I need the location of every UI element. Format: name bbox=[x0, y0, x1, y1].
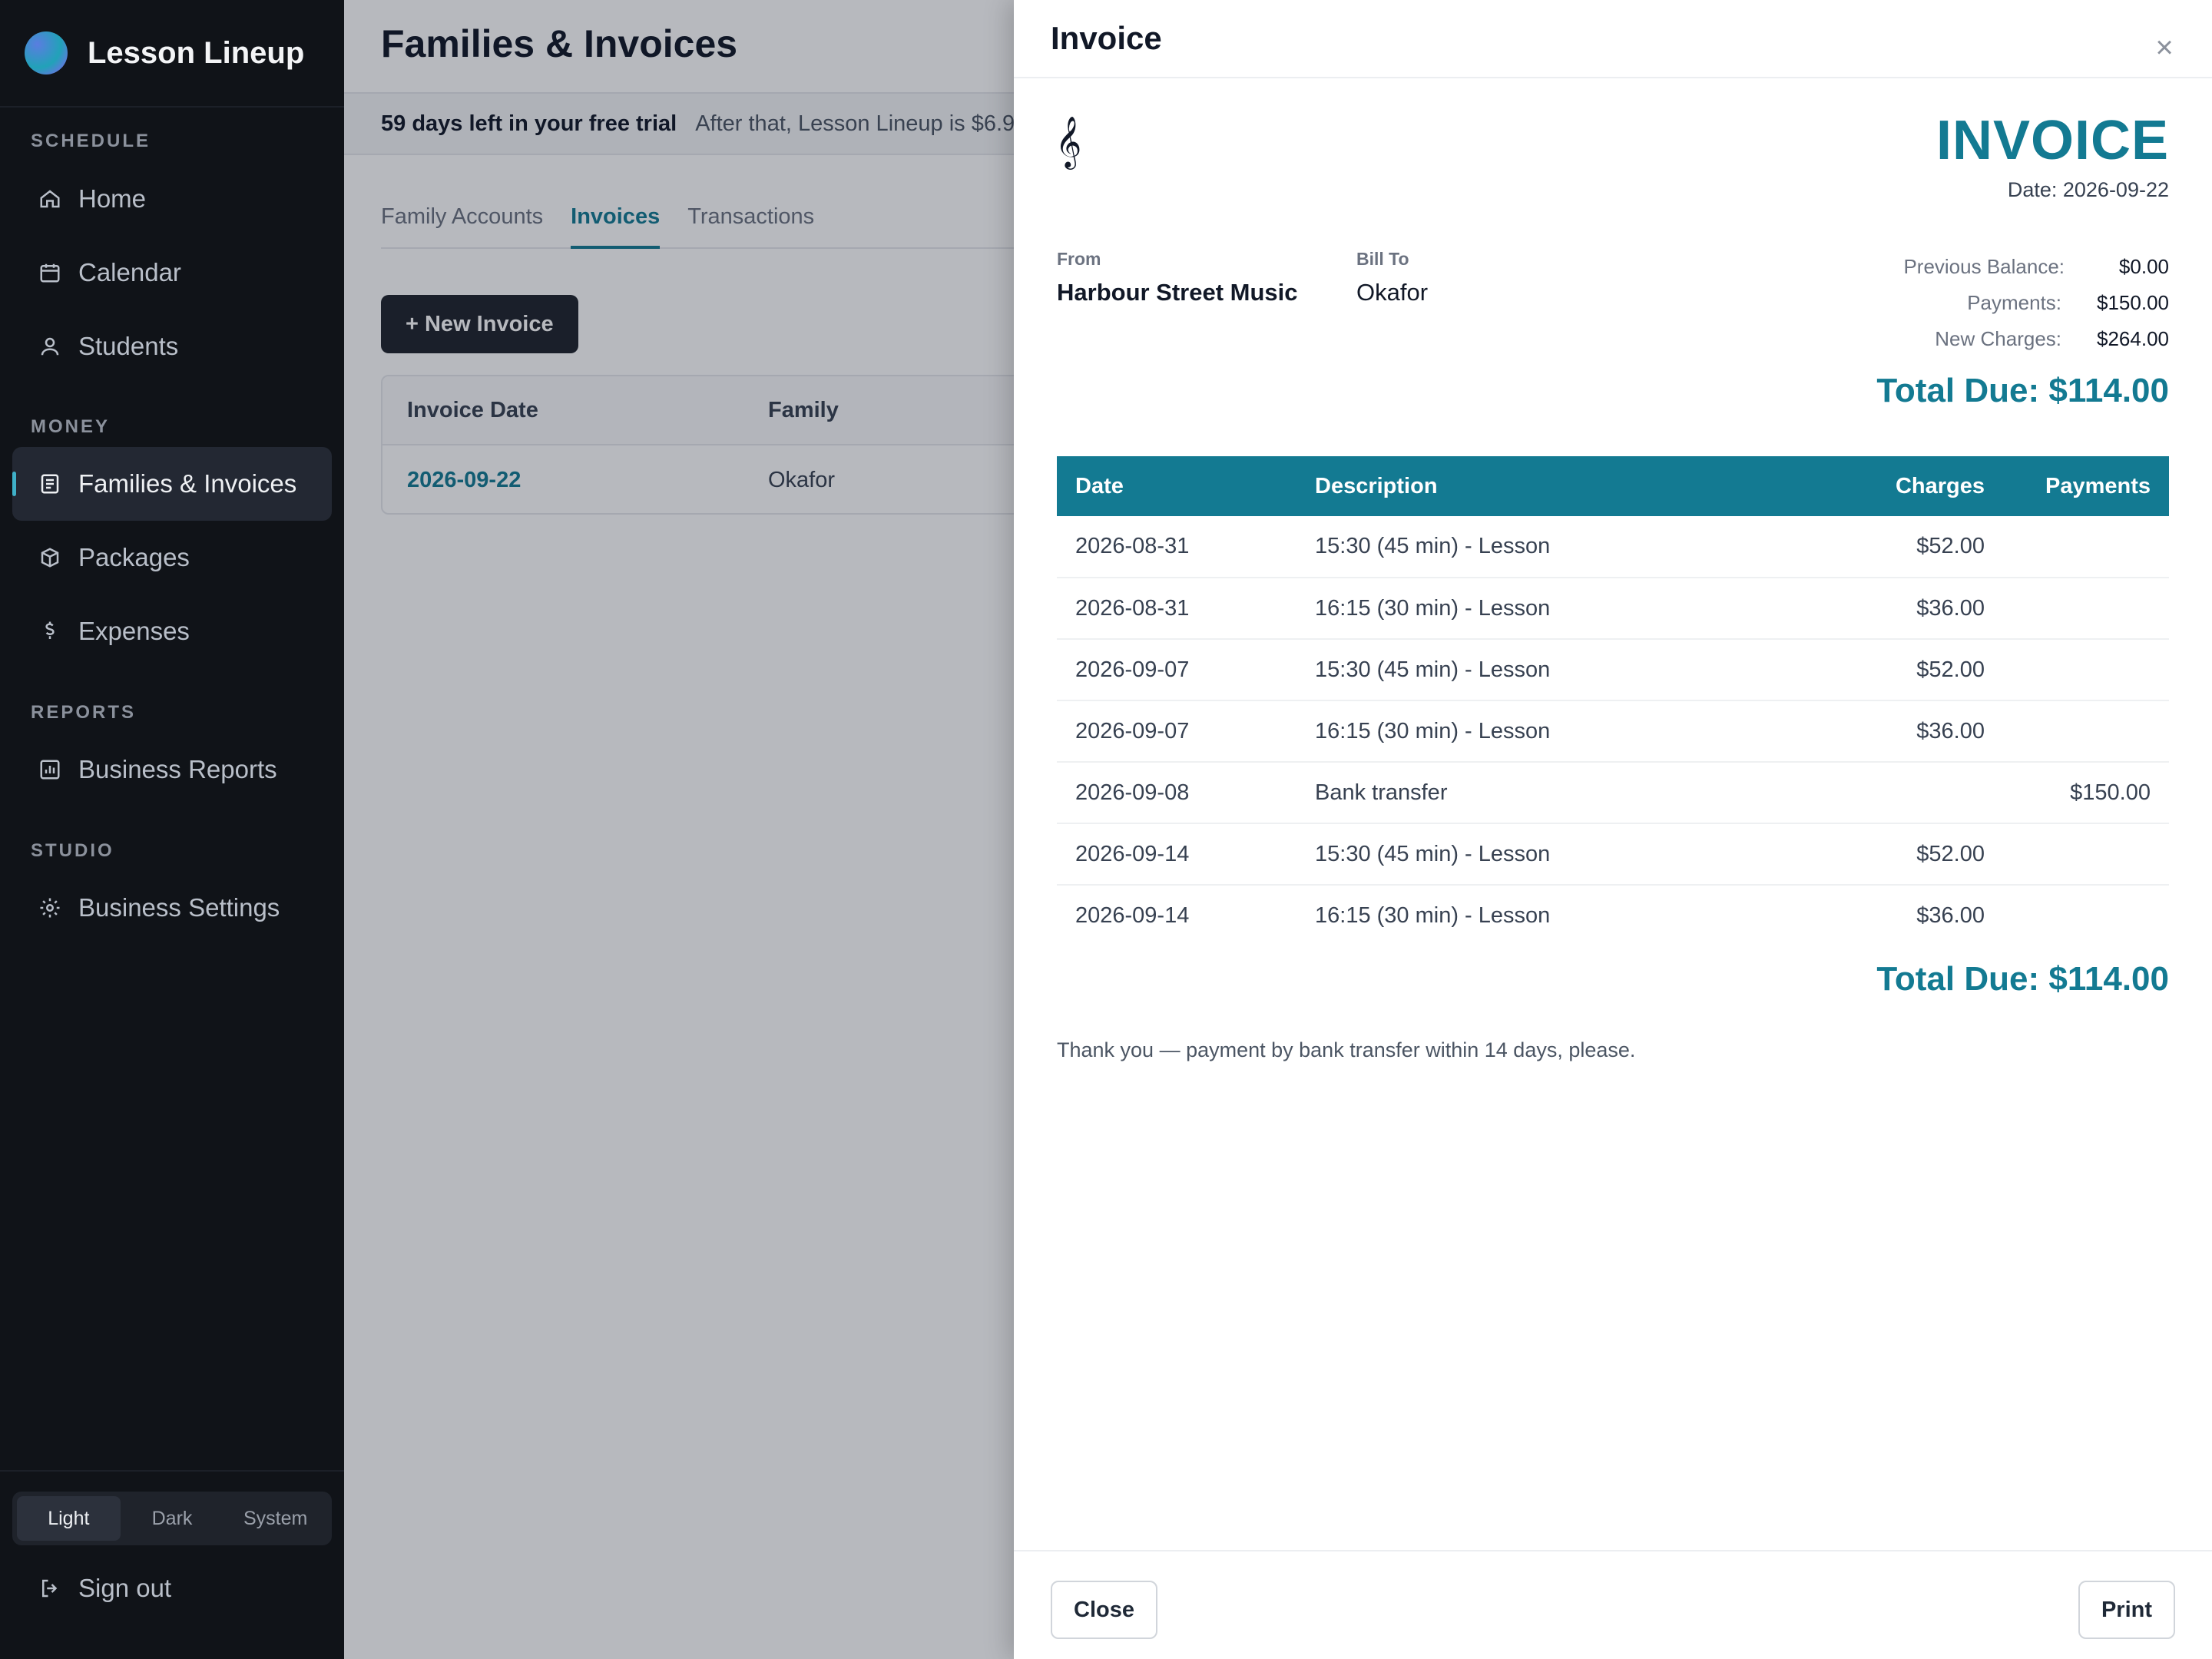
payments-label: Payments: bbox=[1967, 291, 2062, 314]
row-charges: $36.00 bbox=[1745, 700, 1985, 763]
row-date: 2026-09-07 bbox=[1057, 700, 1315, 763]
modal-footer: Close Print bbox=[1014, 1550, 2212, 1659]
bill-to-value: Okafor bbox=[1356, 279, 1429, 306]
invoice-line-items: Date Description Charges Payments 2026-0… bbox=[1057, 456, 2169, 946]
table-row: 2026-08-31 16:15 (30 min) - Lesson $36.0… bbox=[1057, 578, 2169, 640]
new-charges-label: New Charges: bbox=[1935, 327, 2062, 350]
row-payments bbox=[1985, 578, 2169, 640]
column-date: Date bbox=[1057, 456, 1315, 516]
from-block: From Harbour Street Music bbox=[1057, 249, 1298, 306]
row-description: 15:30 (45 min) - Lesson bbox=[1315, 516, 1745, 578]
invoice-drawer: Invoice × 𝄞 INVOICE Date: 2026-09-22 Fro… bbox=[1014, 0, 2212, 1659]
modal-header: Invoice × bbox=[1014, 0, 2212, 78]
table-row: 2026-08-31 15:30 (45 min) - Lesson $52.0… bbox=[1057, 516, 2169, 578]
balance-summary: Previous Balance: $0.00 Payments: $150.0… bbox=[1739, 249, 2169, 357]
row-description: 15:30 (45 min) - Lesson bbox=[1315, 823, 1745, 886]
row-charges: $36.00 bbox=[1745, 578, 1985, 640]
row-payments bbox=[1985, 700, 2169, 763]
from-label: From bbox=[1057, 249, 1101, 269]
previous-balance-label: Previous Balance: bbox=[1903, 255, 2065, 278]
row-payments bbox=[1985, 639, 2169, 701]
table-row: 2026-09-14 16:15 (30 min) - Lesson $36.0… bbox=[1057, 885, 2169, 946]
row-payments bbox=[1985, 823, 2169, 886]
row-date: 2026-08-31 bbox=[1057, 516, 1315, 578]
row-charges: $52.00 bbox=[1745, 639, 1985, 701]
bill-to-block: Bill To Okafor bbox=[1356, 249, 1428, 306]
table-row: 2026-09-07 15:30 (45 min) - Lesson $52.0… bbox=[1057, 639, 2169, 701]
row-description: 16:15 (30 min) - Lesson bbox=[1315, 578, 1745, 640]
table-row: 2026-09-14 15:30 (45 min) - Lesson $52.0… bbox=[1057, 823, 2169, 886]
row-charges: $36.00 bbox=[1916, 903, 1985, 928]
column-description: Description bbox=[1315, 456, 1745, 516]
row-description: Bank transfer bbox=[1315, 762, 1745, 824]
row-date: 2026-09-07 bbox=[1057, 639, 1315, 701]
close-button[interactable]: Close bbox=[1051, 1581, 1157, 1639]
row-charges: $52.00 bbox=[1745, 823, 1985, 886]
payments-value: $150.00 bbox=[2097, 291, 2169, 314]
total-due-top: Total Due: $114.00 bbox=[1876, 372, 2169, 409]
total-due-bottom: Total Due: $114.00 bbox=[1876, 960, 2169, 998]
print-button[interactable]: Print bbox=[2078, 1581, 2175, 1639]
row-charges: $52.00 bbox=[1745, 516, 1985, 578]
treble-clef-icon: 𝄞 bbox=[1055, 115, 1082, 167]
new-charges-row: New Charges: $264.00 bbox=[1739, 321, 2169, 357]
row-payments bbox=[1985, 516, 2169, 578]
column-payments: Payments bbox=[1985, 456, 2169, 516]
from-value: Harbour Street Music bbox=[1057, 279, 1298, 306]
table-row: 2026-09-08 Bank transfer $150.00 bbox=[1057, 762, 2169, 824]
previous-balance-row: Previous Balance: $0.00 bbox=[1739, 249, 2169, 285]
invoice-note: Thank you — payment by bank transfer wit… bbox=[1057, 1038, 1636, 1061]
invoice-heading: INVOICE bbox=[1936, 110, 2169, 171]
column-charges: Charges bbox=[1745, 456, 1985, 516]
payments-row: Payments: $150.00 bbox=[1739, 285, 2169, 321]
row-description: 16:15 (30 min) - Lesson bbox=[1315, 700, 1745, 763]
table-row: 2026-09-07 16:15 (30 min) - Lesson $36.0… bbox=[1057, 700, 2169, 763]
previous-balance-value: $0.00 bbox=[2118, 255, 2169, 278]
bill-to-label: Bill To bbox=[1356, 249, 1409, 269]
row-date: 2026-09-08 bbox=[1057, 762, 1315, 824]
close-icon[interactable]: × bbox=[2154, 32, 2175, 63]
row-description: 15:30 (45 min) - Lesson bbox=[1315, 639, 1745, 701]
row-payments bbox=[1985, 885, 2169, 946]
sidebar-backdrop bbox=[0, 0, 344, 1659]
new-charges-value: $264.00 bbox=[2097, 327, 2169, 350]
invoice-date: Date: 2026-09-22 bbox=[2007, 178, 2169, 201]
row-date: 2026-09-14 bbox=[1075, 903, 1190, 928]
line-items-header: Date Description Charges Payments bbox=[1057, 456, 2169, 516]
row-date: 2026-09-14 bbox=[1057, 823, 1315, 886]
modal-title: Invoice bbox=[1051, 20, 1162, 56]
row-date: 2026-08-31 bbox=[1057, 578, 1315, 640]
row-payments: $150.00 bbox=[1985, 762, 2169, 824]
row-description: 16:15 (30 min) - Lesson bbox=[1315, 903, 1551, 928]
row-charges bbox=[1745, 762, 1985, 824]
